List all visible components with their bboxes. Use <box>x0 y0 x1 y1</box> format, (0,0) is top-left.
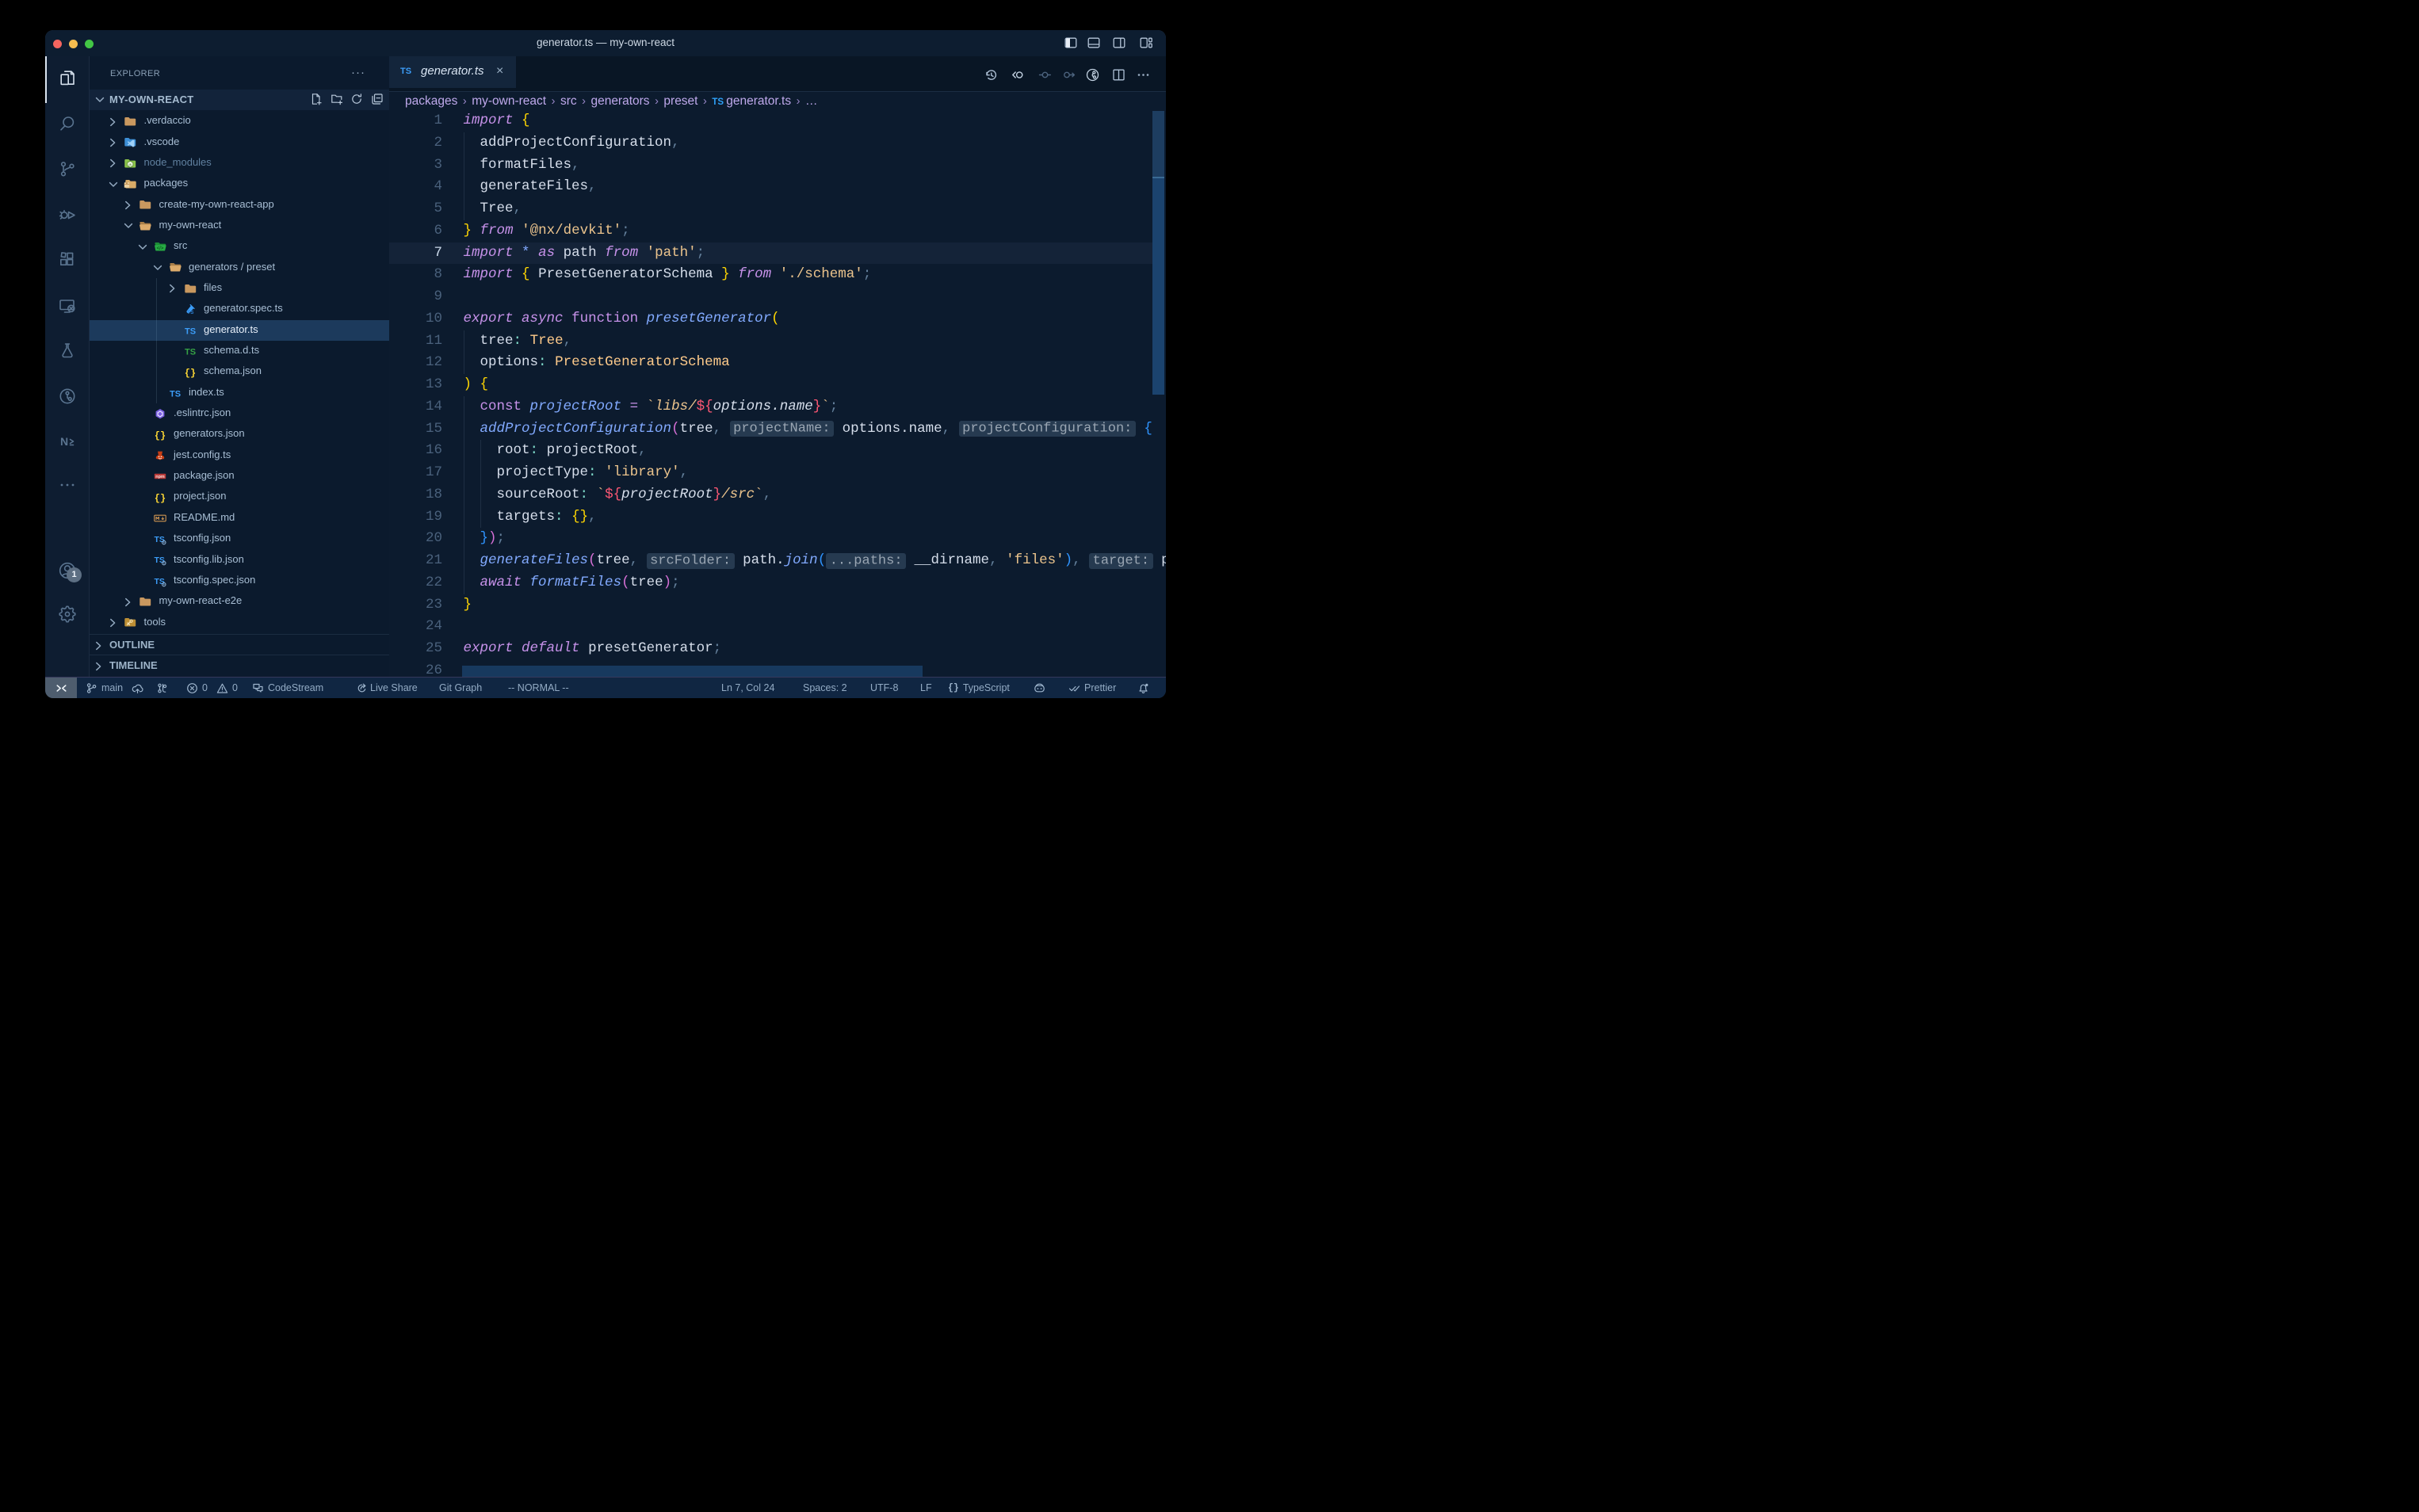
svg-text:TS: TS <box>154 577 164 586</box>
svg-text:TS: TS <box>169 389 180 399</box>
svg-text:TS: TS <box>184 347 195 357</box>
svg-text:npm: npm <box>155 475 165 479</box>
svg-text:js: js <box>128 162 132 166</box>
svg-text:TS: TS <box>154 556 164 565</box>
svg-text:TS: TS <box>154 535 164 544</box>
svg-text:{}: {} <box>154 493 165 503</box>
svg-text:TS: TS <box>184 326 195 336</box>
svg-text:N: N <box>60 435 68 448</box>
svg-text:{}: {} <box>154 430 165 441</box>
svg-text:{}: {} <box>184 368 195 378</box>
svg-text:TS: TS <box>187 310 194 315</box>
svg-text:</>: </> <box>156 246 163 251</box>
